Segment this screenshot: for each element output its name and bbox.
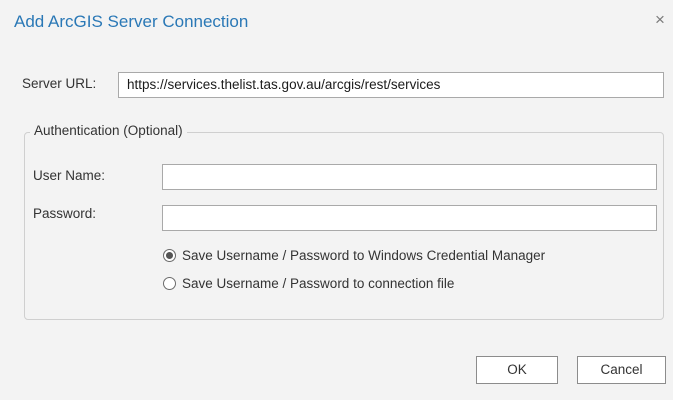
username-label: User Name: <box>33 168 106 183</box>
server-url-input[interactable]: https://services.thelist.tas.gov.au/arcg… <box>118 72 664 98</box>
radio-selected-icon <box>163 249 176 262</box>
username-input[interactable] <box>162 164 657 190</box>
dialog-title: Add ArcGIS Server Connection <box>14 12 249 31</box>
radio-credential-manager[interactable]: Save Username / Password to Windows Cred… <box>163 248 545 263</box>
server-url-label: Server URL: <box>22 76 97 91</box>
radio-credential-manager-label: Save Username / Password to Windows Cred… <box>182 248 546 263</box>
ok-button[interactable]: OK <box>476 356 558 384</box>
add-server-connection-dialog: Add ArcGIS Server Connection × Server UR… <box>0 0 673 400</box>
radio-unselected-icon <box>163 277 176 290</box>
radio-connection-file[interactable]: Save Username / Password to connection f… <box>163 276 454 291</box>
radio-connection-file-label: Save Username / Password to connection f… <box>182 276 455 291</box>
password-label: Password: <box>33 206 97 221</box>
close-icon[interactable]: × <box>655 10 665 30</box>
password-input[interactable] <box>162 205 657 231</box>
cancel-button[interactable]: Cancel <box>577 356 666 384</box>
authentication-group-label: Authentication (Optional) <box>30 123 187 138</box>
